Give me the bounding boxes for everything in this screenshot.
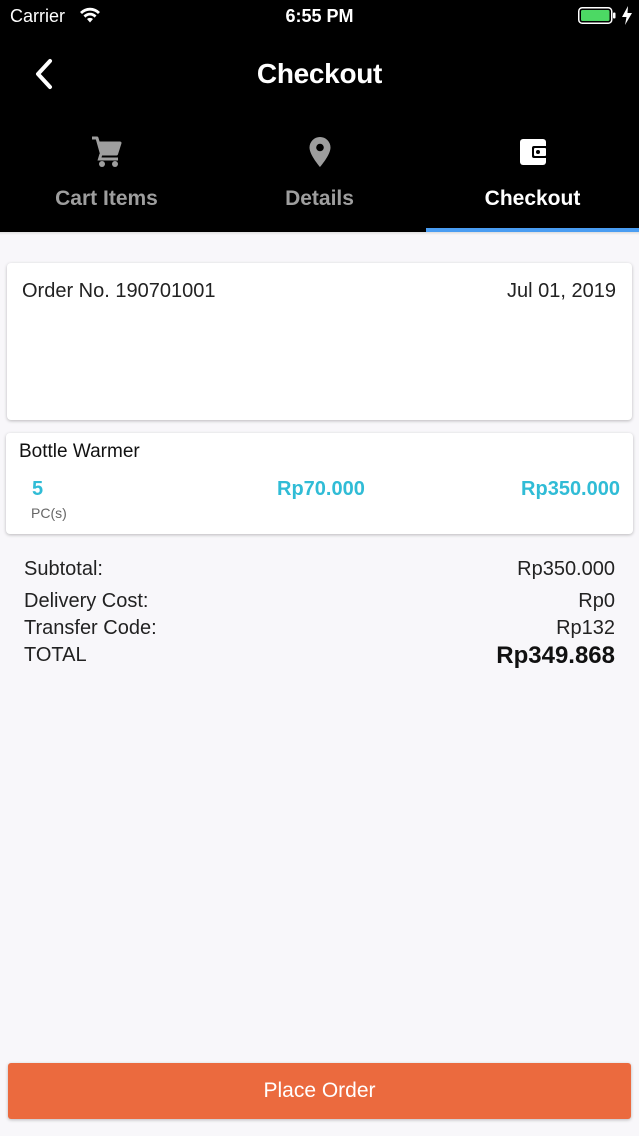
total-value: Rp349.868 <box>496 642 615 669</box>
delivery-label: Delivery Cost: <box>24 590 149 612</box>
tab-bar: Cart Items Details Checkout <box>0 124 639 232</box>
item-unit: PC(s) <box>31 505 67 521</box>
battery-full-icon <box>578 7 616 24</box>
subtotal-label: Subtotal: <box>24 558 103 580</box>
total-label: TOTAL <box>24 644 87 666</box>
place-order-button[interactable]: Place Order <box>8 1063 631 1119</box>
location-pin-icon <box>309 137 330 167</box>
status-bar: Carrier 6:55 PM <box>0 0 639 36</box>
list-item: Bottle Warmer 5 PC(s) Rp70.000 Rp350.000 <box>6 433 633 534</box>
page-title: Checkout <box>256 58 383 89</box>
transfer-code-value: Rp132 <box>556 617 615 639</box>
tab-details[interactable]: Details <box>213 124 426 232</box>
item-unit-price: Rp70.000 <box>277 478 365 500</box>
subtotal-value: Rp350.000 <box>517 558 615 580</box>
delivery-value: Rp0 <box>578 590 615 612</box>
tab-label: Cart Items <box>55 187 158 210</box>
tab-divider <box>0 232 639 235</box>
clock: 6:55 PM <box>285 6 354 26</box>
order-info-card: Order No. 190701001 Jul 01, 2019 <box>7 263 632 420</box>
tab-label: Details <box>285 187 354 210</box>
tab-label: Checkout <box>484 187 581 210</box>
checkout-screen: Carrier 6:55 PM Checkout Cart Items Deta… <box>0 0 639 1136</box>
transfer-code-label: Transfer Code: <box>24 617 157 639</box>
item-quantity: 5 <box>32 478 44 500</box>
navigation-bar: Checkout <box>0 36 639 124</box>
bolt-icon <box>622 6 632 25</box>
tab-checkout[interactable]: Checkout <box>426 124 639 232</box>
cart-icon <box>91 136 121 167</box>
order-date: Jul 01, 2019 <box>507 280 616 302</box>
wallet-icon <box>519 139 548 165</box>
tab-cart-items[interactable]: Cart Items <box>0 124 213 232</box>
order-number: Order No. 190701001 <box>22 280 216 302</box>
item-name: Bottle Warmer <box>19 441 140 462</box>
item-line-total: Rp350.000 <box>521 478 620 500</box>
